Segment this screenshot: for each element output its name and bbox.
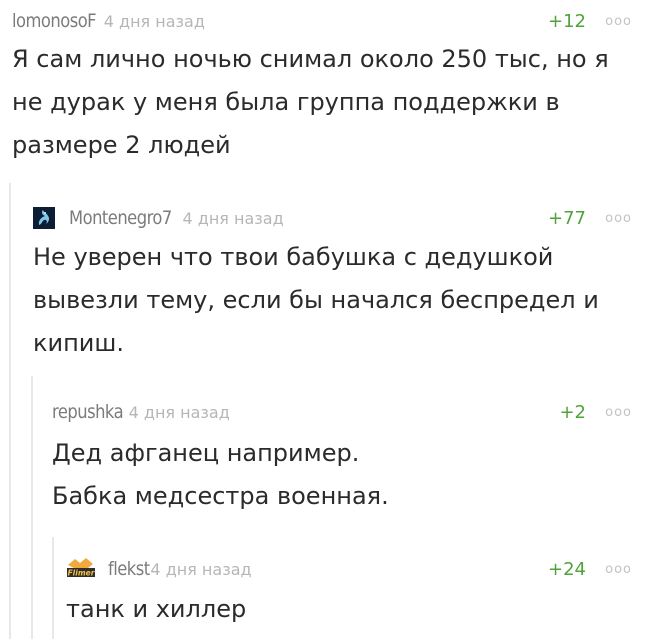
comment-time: 4 дня назад [128,402,230,422]
thread-line-level-3 [52,537,54,639]
comment-line: Дед афганец например. [52,439,360,467]
comment-body: танк и хиллер [66,588,632,631]
comment-body: Не уверен что твои бабушка с дедушкой вы… [33,236,632,365]
comment-body: Дед афганец например. Бабка медсестра во… [52,432,632,518]
author-name[interactable]: lomonosoF [12,10,97,32]
comment-time: 4 дня назад [182,208,284,228]
comment-rating: +77 [548,207,586,229]
more-options-button[interactable]: ooo [605,14,632,29]
thread-line-level-2 [31,376,33,639]
comment-line: Не уверен что твои бабушка с дедушкой [33,243,554,271]
comment-line: Я сам лично ночью снимал около 250 тыс, … [12,45,609,73]
comment-header: Flimer flekst 4 дня назад +24 ooo [66,554,632,584]
more-options-button[interactable]: ooo [605,211,632,226]
flimer-avatar-icon: Flimer [66,557,96,581]
comment-line: размере 2 людей [12,131,231,159]
thread-line-level-1 [9,183,11,639]
more-options-button[interactable]: ooo [605,562,632,577]
comment-rating: +2 [559,401,586,423]
comment-header: repushka 4 дня назад +2 ooo [52,397,632,427]
comment-header: lomonosoF 4 дня назад +12 ooo [12,6,632,36]
comment-line: вывезли тему, если бы начался беспредел … [33,286,599,314]
comment-reply: repushka 4 дня назад +2 ooo Дед афганец … [52,390,632,530]
avatar[interactable] [33,207,55,229]
comment-rating: +24 [548,558,586,580]
dragon-avatar-icon [33,207,55,229]
avatar-text: Flimer [68,569,96,578]
comment-header: Montenegro7 4 дня назад +77 ooo [33,203,632,233]
comment-reply: Montenegro7 4 дня назад +77 ooo Не увере… [33,196,632,371]
comment-line: Бабка медсестра военная. [52,482,389,510]
author-name[interactable]: Montenegro7 [69,207,172,229]
comment-line: танк и хиллер [66,595,247,623]
comment-line: не дурак у меня была группа поддержки в [12,88,560,116]
author-name[interactable]: flekst [108,558,150,580]
comment-body: Я сам лично ночью снимал около 250 тыс, … [12,38,632,167]
comment-time: 4 дня назад [150,559,252,579]
comment-reply: Flimer flekst 4 дня назад +24 ooo танк и… [66,552,632,639]
comment-line: кипиш. [33,329,124,357]
more-options-button[interactable]: ooo [605,405,632,420]
comment-time: 4 дня назад [103,11,205,31]
comment-rating: +12 [548,10,586,32]
avatar[interactable]: Flimer [66,557,96,581]
author-name[interactable]: repushka [52,401,124,423]
comment: lomonosoF 4 дня назад +12 ooo Я сам личн… [12,0,632,170]
